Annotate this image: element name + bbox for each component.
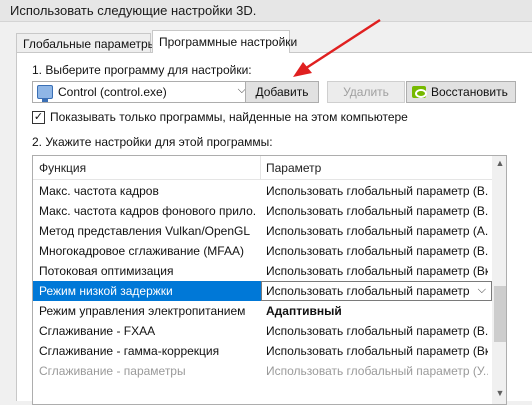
restore-button[interactable]: Восстановить	[406, 81, 516, 103]
row-value: Использовать глобальный параметр (А...	[266, 224, 488, 238]
column-header-feature[interactable]: Функция	[39, 161, 86, 175]
row-feature: Макс. частота кадров	[39, 184, 159, 198]
value-dropdown[interactable]: Использовать глобальный параметр (Вы ⌵	[261, 281, 492, 301]
row-value: Использовать глобальный параметр (В...	[266, 244, 488, 258]
row-feature: Метод представления Vulkan/OpenGL	[39, 224, 251, 238]
table-header: Функция Параметр	[33, 156, 492, 180]
add-button[interactable]: Добавить	[245, 81, 319, 103]
program-settings-panel: 1. Выберите программу для настройки: Con…	[16, 52, 532, 405]
tab-program-settings[interactable]: Программные настройки	[152, 30, 297, 53]
row-feature: Многокадровое сглаживание (MFAA)	[39, 244, 244, 258]
table-row[interactable]: Сглаживание - FXAA Использовать глобальн…	[33, 321, 492, 341]
scroll-down-icon[interactable]: ▼	[492, 388, 506, 402]
row-feature: Сглаживание - параметры	[39, 364, 186, 378]
row-feature: Режим управления электропитанием	[39, 304, 246, 318]
table-row[interactable]: Режим управления электропитанием Адаптив…	[33, 301, 492, 321]
row-value: Использовать глобальный параметр (В...	[266, 204, 488, 218]
settings-table: Функция Параметр Макс. частота кадров Ис…	[32, 155, 507, 405]
column-header-value[interactable]: Параметр	[266, 161, 321, 175]
row-value: Использовать глобальный параметр (Вкл)	[266, 344, 488, 358]
row-value: Использовать глобальный параметр (В...	[266, 184, 488, 198]
row-feature: Сглаживание - гамма-коррекция	[39, 344, 220, 358]
chevron-down-icon: ⌵	[477, 284, 486, 296]
show-found-programs-checkbox[interactable]: ✓	[32, 111, 45, 124]
row-value: Использовать глобальный параметр (Вкл)	[266, 264, 488, 278]
row-feature: Макс. частота кадров фонового прило...	[39, 204, 256, 218]
restore-button-label: Восстановить	[431, 85, 508, 99]
table-row[interactable]: Сглаживание - параметры Использовать гло…	[33, 361, 492, 381]
program-select-value: Control (control.exe)	[58, 85, 167, 99]
table-scrollbar[interactable]: ▲ ▼	[492, 156, 506, 404]
row-feature: Режим низкой задержки	[39, 284, 173, 298]
program-select[interactable]: Control (control.exe) ⌵	[32, 81, 252, 103]
scroll-thumb[interactable]	[494, 286, 506, 342]
table-row[interactable]: Макс. частота кадров фонового прило... И…	[33, 201, 492, 221]
nvidia-icon	[412, 86, 427, 98]
row-value: Использовать глобальный параметр (У...	[266, 364, 488, 378]
section-title: Использовать следующие настройки 3D.	[0, 0, 532, 22]
table-row-selected[interactable]: Режим низкой задержки Использовать глоба…	[33, 281, 492, 301]
table-row[interactable]: Сглаживание - гамма-коррекция Использова…	[33, 341, 492, 361]
step1-label: 1. Выберите программу для настройки:	[32, 63, 252, 77]
row-feature: Сглаживание - FXAA	[39, 324, 156, 338]
column-divider[interactable]	[260, 156, 261, 180]
show-found-programs-label: Показывать только программы, найденные н…	[50, 110, 408, 124]
step2-label: 2. Укажите настройки для этой программы:	[32, 135, 273, 149]
remove-button[interactable]: Удалить	[327, 81, 405, 103]
table-row[interactable]: Многокадровое сглаживание (MFAA) Использ…	[33, 241, 492, 261]
table-row[interactable]: Макс. частота кадров Использовать глобал…	[33, 181, 492, 201]
table-row[interactable]: Метод представления Vulkan/OpenGL Исполь…	[33, 221, 492, 241]
row-feature: Потоковая оптимизация	[39, 264, 174, 278]
tab-global-settings[interactable]: Глобальные параметры	[16, 33, 156, 53]
table-row[interactable]: Потоковая оптимизация Использовать глоба…	[33, 261, 492, 281]
app-window-icon	[37, 85, 53, 102]
scroll-up-icon[interactable]: ▲	[492, 158, 506, 172]
row-value: Использовать глобальный параметр (Вы	[266, 284, 471, 298]
row-value: Использовать глобальный параметр (В...	[266, 324, 488, 338]
row-value: Адаптивный	[266, 304, 342, 318]
